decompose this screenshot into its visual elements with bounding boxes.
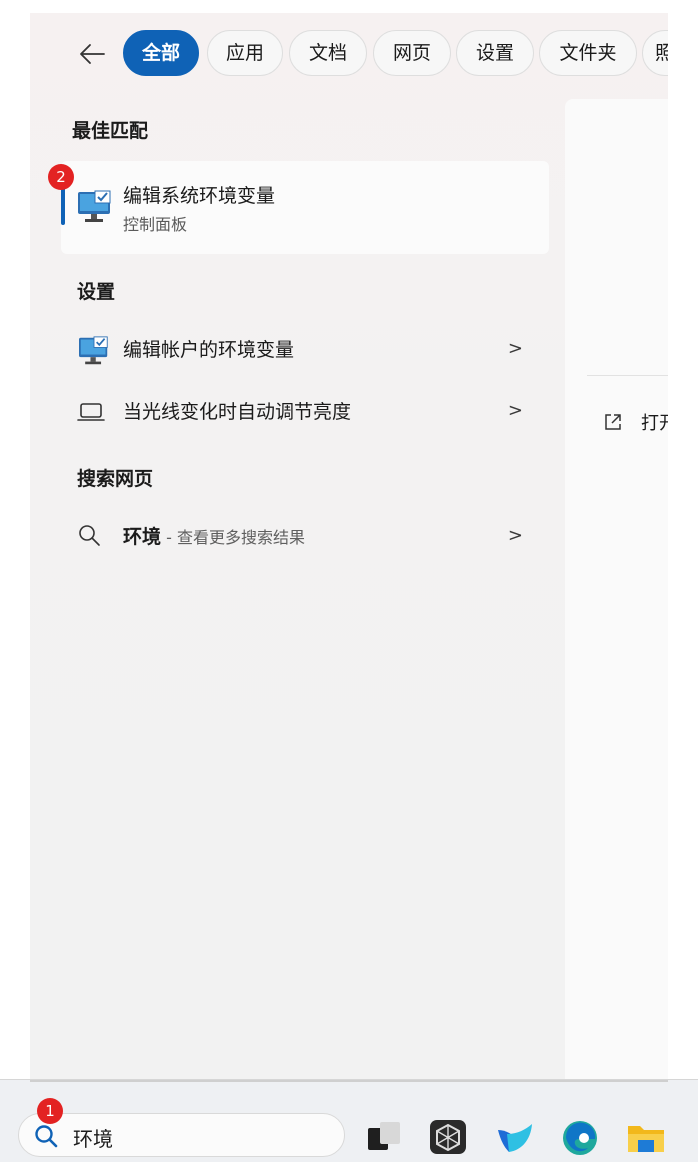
tab-more[interactable]: 照 (642, 30, 668, 76)
tab-web[interactable]: 网页 (373, 30, 451, 76)
settings-item-auto-brightness[interactable]: 当光线变化时自动调节亮度 > (61, 386, 549, 436)
taskbar-app-feishu[interactable] (495, 1116, 535, 1156)
taskbar (0, 1079, 698, 1162)
step-badge-1: 1 (37, 1098, 63, 1124)
chevron-right-icon: > (507, 525, 523, 546)
task-view-icon (368, 1122, 400, 1150)
open-label: 打开 (641, 413, 668, 434)
tab-all[interactable]: 全部 (123, 30, 199, 76)
search-icon (79, 525, 100, 546)
bird-logo-icon (498, 1124, 532, 1152)
taskbar-search-box[interactable] (18, 1113, 345, 1157)
back-button[interactable] (74, 37, 110, 71)
search-icon (35, 1125, 58, 1148)
search-flyout: 全部 应用 文档 网页 设置 文件夹 照 最佳匹配 编辑系统环境变量 控制面板 … (30, 13, 668, 1079)
tab-settings[interactable]: 设置 (456, 30, 534, 76)
tab-apps[interactable]: 应用 (207, 30, 283, 76)
arrow-left-icon (80, 44, 105, 64)
best-match-heading: 最佳匹配 (72, 120, 149, 142)
settings-heading: 设置 (77, 281, 116, 303)
tab-documents[interactable]: 文档 (289, 30, 367, 76)
chevron-right-icon: > (507, 338, 523, 359)
taskbar-app-file-explorer[interactable] (626, 1116, 666, 1156)
step-badge-2: 2 (48, 164, 74, 190)
laptop-icon (77, 403, 105, 421)
taskbar-app-edge[interactable] (560, 1116, 600, 1156)
best-match-item[interactable]: 编辑系统环境变量 控制面板 (61, 161, 549, 254)
web-search-query: 环境 (123, 526, 162, 548)
web-search-suffix: - 查看更多搜索结果 (161, 528, 305, 547)
task-view-button[interactable] (364, 1116, 404, 1156)
best-match-subtitle: 控制面板 (123, 215, 188, 234)
control-panel-monitor-icon (78, 190, 111, 222)
tab-folders[interactable]: 文件夹 (539, 30, 637, 76)
taskbar-divider (30, 1080, 668, 1082)
edge-browser-icon (563, 1121, 597, 1155)
best-match-title: 编辑系统环境变量 (123, 185, 276, 207)
taskbar-app-unity[interactable] (428, 1116, 468, 1156)
open-external-icon (605, 414, 621, 430)
app-cube-icon (430, 1120, 466, 1154)
folder-icon (628, 1126, 664, 1152)
web-search-item[interactable]: 环境 - 查看更多搜索结果 > (61, 511, 549, 561)
filter-toolbar: 全部 应用 文档 网页 设置 文件夹 照 (30, 13, 668, 93)
chevron-right-icon: > (507, 400, 523, 421)
settings-item-account-env-vars[interactable]: 编辑帐户的环境变量 > (61, 324, 549, 374)
settings-item-label: 编辑帐户的环境变量 (123, 339, 295, 361)
web-search-label: 环境 - 查看更多搜索结果 (123, 522, 305, 549)
selection-indicator (61, 187, 65, 225)
control-panel-monitor-icon (79, 336, 108, 365)
web-search-heading: 搜索网页 (77, 468, 154, 490)
preview-pane: 打开 (565, 99, 668, 1079)
settings-item-label: 当光线变化时自动调节亮度 (123, 401, 352, 423)
open-action[interactable]: 打开 (603, 409, 668, 435)
preview-divider (587, 375, 668, 376)
taskbar-search-input[interactable] (71, 1120, 325, 1154)
